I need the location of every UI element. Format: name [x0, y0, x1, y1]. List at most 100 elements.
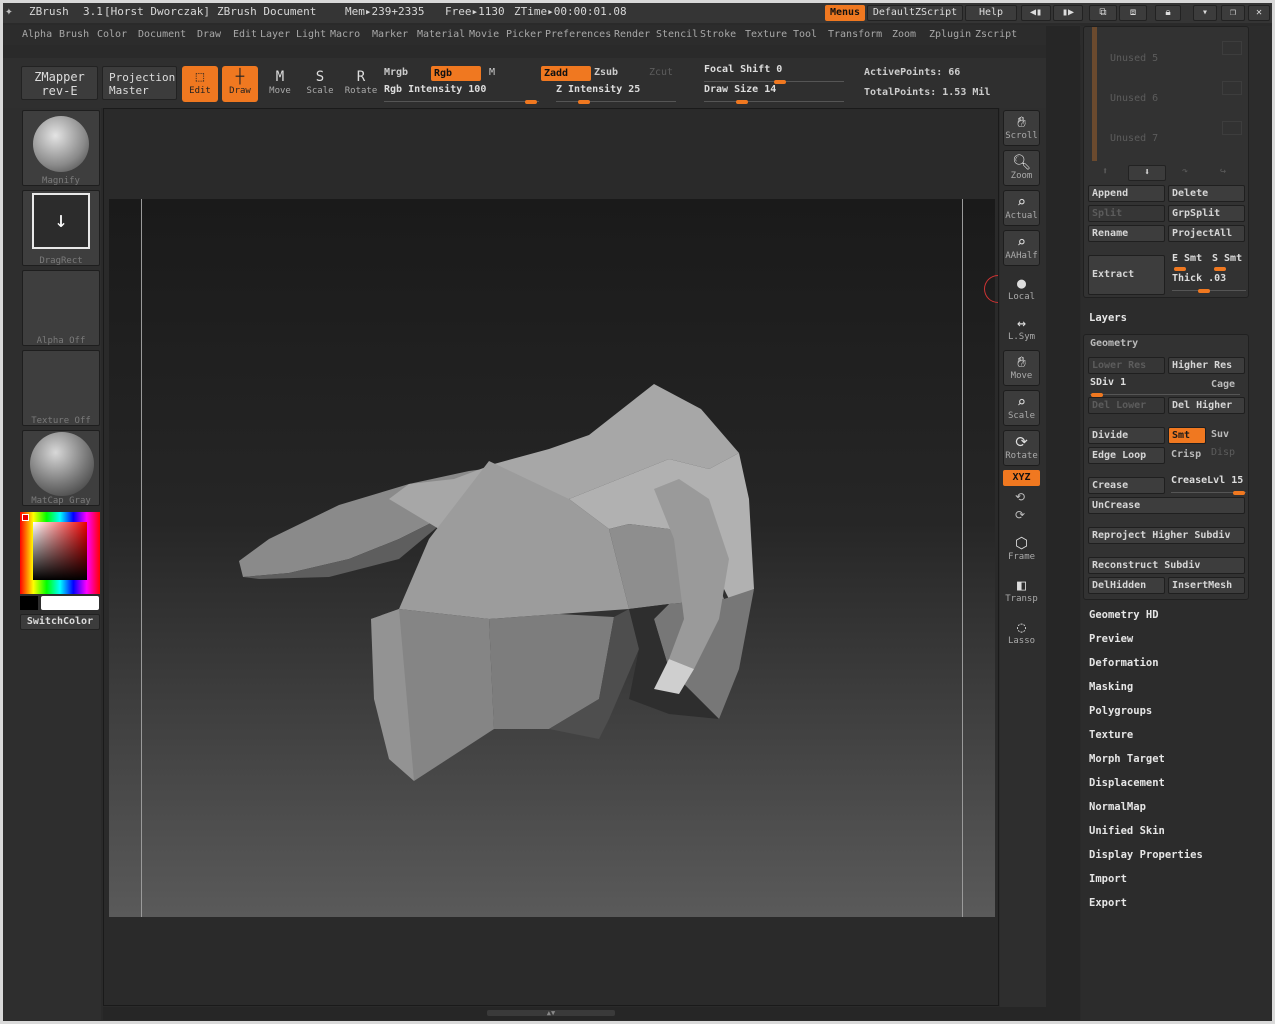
subtool-slot-5[interactable]: Unused 5 [1110, 53, 1158, 64]
geometry-hd-section[interactable]: Geometry HD [1089, 609, 1159, 621]
subtool-slot-6[interactable]: Unused 6 [1110, 93, 1158, 104]
subtool-slot-7-visibility[interactable] [1222, 121, 1242, 135]
secondary-color-swatch[interactable] [20, 596, 38, 610]
delhidden-button[interactable]: DelHidden [1088, 577, 1165, 594]
zsub-toggle[interactable]: Zsub [594, 67, 618, 78]
move-down-icon[interactable]: ⬇ [1128, 165, 1166, 181]
stroke-thumbnail[interactable]: ↓ DragRect [22, 190, 100, 266]
document-canvas[interactable] [109, 199, 995, 917]
display-properties-section[interactable]: Display Properties [1089, 849, 1203, 861]
e-smt-toggle[interactable]: E Smt [1172, 253, 1206, 271]
minimize-icon[interactable]: ▾ [1193, 5, 1217, 21]
morph-target-section[interactable]: Morph Target [1089, 753, 1165, 765]
rgb-intensity-slider[interactable]: Rgb Intensity 100 [384, 84, 539, 104]
alpha-thumbnail[interactable]: Alpha Off [22, 270, 100, 346]
draw-tool-button[interactable]: ┼ Draw [222, 66, 258, 102]
layers-section[interactable]: Layers [1089, 312, 1127, 324]
menu-stencil[interactable]: Stencil [656, 29, 698, 40]
scroll-right-icon[interactable]: ▮▶ [1053, 5, 1083, 21]
masking-section[interactable]: Masking [1089, 681, 1133, 693]
lasso-button[interactable]: ◌ Lasso [1003, 616, 1040, 652]
lock-icon[interactable]: 🔒︎ [1155, 5, 1181, 21]
menu-texture[interactable]: Texture [745, 29, 787, 40]
color-square[interactable] [33, 522, 87, 580]
aahalf-button[interactable]: ⌕ AAHalf [1003, 230, 1040, 266]
menu-render[interactable]: Render [614, 29, 650, 40]
menu-marker[interactable]: Marker [372, 29, 408, 40]
xyz-toggle[interactable]: XYZ [1003, 470, 1040, 486]
menus-button[interactable]: Menus [825, 5, 865, 21]
document-viewport[interactable] [103, 108, 999, 1006]
menu-material[interactable]: Material [417, 29, 465, 40]
material-thumbnail[interactable]: MatCap Gray [22, 430, 100, 506]
frame-button[interactable]: ⬡ Frame [1003, 532, 1040, 568]
divide-button[interactable]: Divide [1088, 427, 1165, 444]
color-picker[interactable] [20, 512, 100, 594]
uncrease-button[interactable]: UnCrease [1088, 497, 1245, 514]
scale-view-button[interactable]: ⌕ Scale [1003, 390, 1040, 426]
menu-preferences[interactable]: Preferences [545, 29, 611, 40]
menu-zplugin[interactable]: Zplugin [929, 29, 971, 40]
zadd-toggle[interactable]: Zadd [541, 66, 591, 81]
switch-color-button[interactable]: SwitchColor [20, 614, 100, 630]
polygroups-section[interactable]: Polygroups [1089, 705, 1152, 717]
forward-arrow-icon[interactable]: ↪ [1220, 166, 1226, 177]
layout-b-icon[interactable]: ⧈ [1119, 5, 1147, 21]
preview-section[interactable]: Preview [1089, 633, 1133, 645]
expand-bottom-icon[interactable]: ▲▼ [487, 1010, 615, 1017]
transp-button[interactable]: ◧ Transp [1003, 574, 1040, 610]
projectall-button[interactable]: ProjectAll [1168, 225, 1245, 242]
reconstruct-subdiv-button[interactable]: Reconstruct Subdiv [1088, 557, 1245, 574]
scroll-left-icon[interactable]: ◀▮ [1021, 5, 1051, 21]
zcut-toggle[interactable]: Zcut [649, 67, 673, 78]
scale-tool-button[interactable]: S Scale [302, 66, 338, 102]
menu-picker[interactable]: Picker [506, 29, 542, 40]
rotate-y-icon[interactable]: ⟲ [1015, 490, 1025, 504]
rotate-view-button[interactable]: ⟳ Rotate [1003, 430, 1040, 466]
focal-shift-slider[interactable]: Focal Shift 0 [704, 64, 844, 84]
menu-brush[interactable]: Brush [59, 29, 89, 40]
rotate-z-icon[interactable]: ⟳ [1015, 508, 1025, 522]
projection-master-button[interactable]: Projection Master [102, 66, 177, 100]
menu-color[interactable]: Color [97, 29, 127, 40]
extract-button[interactable]: Extract [1088, 255, 1165, 295]
subtool-slot-5-visibility[interactable] [1222, 41, 1242, 55]
move-up-icon[interactable]: ⬆ [1102, 166, 1108, 177]
subtool-slot-6-visibility[interactable] [1222, 81, 1242, 95]
texture-section[interactable]: Texture [1089, 729, 1133, 741]
menu-edit[interactable]: Edit [233, 29, 257, 40]
menu-transform[interactable]: Transform [828, 29, 882, 40]
actual-button[interactable]: ⌕ Actual [1003, 190, 1040, 226]
disp-slider[interactable]: Disp [1211, 447, 1235, 458]
subtool-slot-7[interactable]: Unused 7 [1110, 133, 1158, 144]
deformation-section[interactable]: Deformation [1089, 657, 1159, 669]
primary-color-swatch[interactable] [41, 596, 99, 610]
rename-button[interactable]: Rename [1088, 225, 1165, 242]
menu-zscript[interactable]: Zscript [975, 29, 1017, 40]
append-button[interactable]: Append [1088, 185, 1165, 202]
close-icon[interactable]: ✕ [1248, 5, 1270, 21]
sdiv-slider[interactable]: SDiv 1 [1090, 377, 1240, 397]
normalmap-section[interactable]: NormalMap [1089, 801, 1146, 813]
zmapper-button[interactable]: ZMapper rev-E [21, 66, 98, 100]
crisp-toggle[interactable]: Crisp [1171, 449, 1201, 460]
local-button[interactable]: ● Local [1003, 272, 1040, 308]
help-button[interactable]: Help [965, 5, 1017, 21]
redo-arrow-icon[interactable]: ↷ [1182, 166, 1188, 177]
del-higher-button[interactable]: Del Higher [1168, 397, 1245, 414]
rgb-toggle[interactable]: Rgb [431, 66, 481, 81]
grpsplit-button[interactable]: GrpSplit [1168, 205, 1245, 222]
insertmesh-button[interactable]: InsertMesh [1168, 577, 1245, 594]
s-smt-toggle[interactable]: S Smt [1212, 253, 1246, 271]
thick-slider[interactable]: Thick .03 [1172, 273, 1246, 293]
delete-button[interactable]: Delete [1168, 185, 1245, 202]
zoom-button[interactable]: 🔍︎ Zoom [1003, 150, 1040, 186]
crease-level-slider[interactable]: CreaseLvl 15 [1171, 475, 1246, 495]
del-lower-button[interactable]: Del Lower [1088, 397, 1165, 414]
lower-res-button[interactable]: Lower Res [1088, 357, 1165, 374]
menu-zoom[interactable]: Zoom [892, 29, 916, 40]
texture-thumbnail[interactable]: Texture Off [22, 350, 100, 426]
cage-button[interactable]: Cage [1211, 379, 1235, 390]
mrgb-toggle[interactable]: Mrgb [384, 67, 408, 78]
lsym-button[interactable]: ↔ L.Sym [1003, 312, 1040, 348]
